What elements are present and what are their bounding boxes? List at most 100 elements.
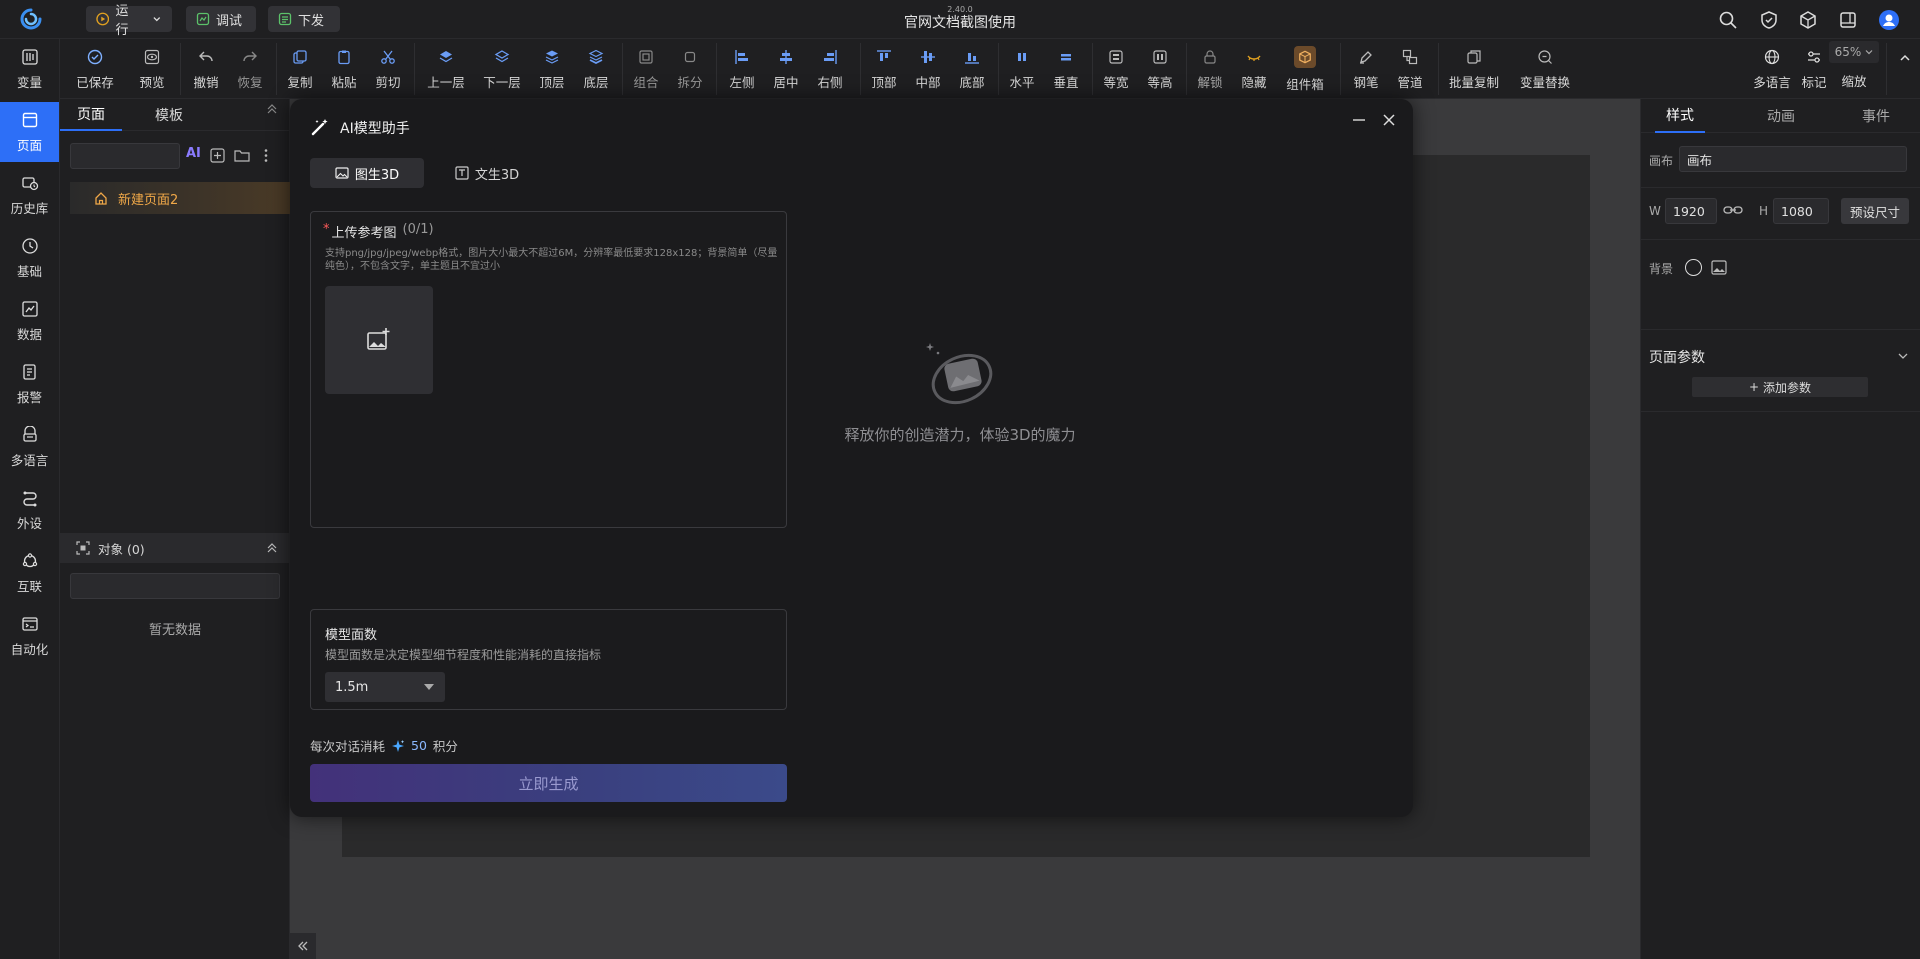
- nav-multilang[interactable]: 多语言: [0, 417, 59, 477]
- tab-animation[interactable]: 动画: [1751, 99, 1811, 133]
- search-icon[interactable]: [1718, 10, 1738, 30]
- nav-history[interactable]: 历史库: [0, 165, 59, 225]
- align-center-button[interactable]: 居中: [768, 39, 804, 99]
- ungroup-button[interactable]: 拆分: [672, 39, 708, 99]
- pen-button[interactable]: 钢笔: [1348, 39, 1384, 99]
- collapse-up-icon[interactable]: [266, 542, 278, 554]
- nav-alarm[interactable]: 报警: [0, 354, 59, 414]
- add-folder-icon[interactable]: [234, 148, 250, 163]
- ai-button[interactable]: AI: [186, 146, 201, 161]
- copy-button[interactable]: 复制: [282, 39, 318, 99]
- toolbar-divider: [1340, 43, 1341, 95]
- send-to-back-button[interactable]: 底层: [578, 39, 614, 99]
- required-mark: *: [323, 222, 330, 237]
- chevron-down-icon[interactable]: [152, 14, 162, 24]
- undo-button[interactable]: 撤销: [188, 39, 224, 99]
- same-height-button[interactable]: 等高: [1142, 39, 1178, 99]
- deploy-button[interactable]: 下发: [268, 6, 340, 32]
- nav-peripherals[interactable]: 外设: [0, 480, 59, 540]
- width-label: W: [1649, 204, 1661, 218]
- upload-image-button[interactable]: [325, 286, 433, 394]
- avatar-icon[interactable]: [1878, 9, 1900, 31]
- canvas-name-input[interactable]: 画布: [1679, 146, 1907, 172]
- properties-panel: 样式 动画 事件 画布 画布 W 1920 H 1080 预设尺寸 背景 页面参…: [1640, 99, 1920, 959]
- unlock-button[interactable]: 解锁: [1192, 39, 1228, 99]
- nav-basic[interactable]: 基础: [0, 228, 59, 288]
- send-backward-button[interactable]: 下一层: [478, 39, 526, 99]
- bring-forward-button[interactable]: 上一层: [422, 39, 470, 99]
- add-param-button[interactable]: + 添加参数: [1692, 377, 1868, 397]
- faces-select[interactable]: 1.5m: [325, 672, 445, 702]
- cut-button[interactable]: 剪切: [370, 39, 406, 99]
- close-icon[interactable]: [1380, 111, 1398, 129]
- chevron-down-icon[interactable]: [1897, 351, 1909, 361]
- collapse-up-icon[interactable]: [266, 103, 278, 115]
- shield-check-icon[interactable]: [1759, 10, 1779, 30]
- generate-button[interactable]: 立即生成: [310, 764, 787, 802]
- left-nav: 变量 页面 历史库 基础 数据 报警 多语言 外设 互联 自动化: [0, 39, 60, 959]
- align-bottom-button[interactable]: 底部: [954, 39, 990, 99]
- align-top-button[interactable]: 顶部: [866, 39, 902, 99]
- link-icon[interactable]: [1723, 203, 1743, 217]
- nav-interconnect[interactable]: 互联: [0, 543, 59, 603]
- distribute-horizontal-button[interactable]: 水平: [1004, 39, 1040, 99]
- nav-data[interactable]: 数据: [0, 291, 59, 351]
- expand-panel-button[interactable]: [290, 933, 316, 959]
- nav-variables[interactable]: 变量: [0, 39, 59, 99]
- paste-button[interactable]: 粘贴: [326, 39, 362, 99]
- bring-to-front-button[interactable]: 顶层: [534, 39, 570, 99]
- preset-size-button[interactable]: 预设尺寸: [1841, 198, 1909, 224]
- hide-button[interactable]: 隐藏: [1236, 39, 1272, 99]
- nav-pages[interactable]: 页面: [0, 102, 59, 162]
- upload-count: (0/1): [402, 222, 434, 237]
- collapse-toolbar-icon[interactable]: [1894, 48, 1916, 68]
- double-chevron-left-icon: [298, 941, 308, 951]
- align-middle-button[interactable]: 中部: [910, 39, 946, 99]
- objects-header[interactable]: 对象 (0): [60, 533, 290, 563]
- tab-image-to-3d[interactable]: 图生3D: [310, 158, 424, 188]
- language-button[interactable]: 多语言: [1752, 39, 1792, 99]
- group-button[interactable]: 组合: [628, 39, 664, 99]
- pipe-button[interactable]: 管道: [1392, 39, 1428, 99]
- nav-automation[interactable]: 自动化: [0, 606, 59, 666]
- height-input[interactable]: 1080: [1773, 198, 1829, 224]
- eye-icon: [143, 48, 161, 66]
- saved-button[interactable]: 已保存: [70, 39, 120, 99]
- minimize-icon[interactable]: [1350, 111, 1368, 129]
- tab-templates[interactable]: 模板: [138, 99, 200, 131]
- debug-button[interactable]: 调试: [186, 6, 256, 32]
- tab-style[interactable]: 样式: [1655, 99, 1705, 133]
- page-search-input[interactable]: [70, 143, 180, 169]
- preview-button[interactable]: 预览: [134, 39, 170, 99]
- tab-events[interactable]: 事件: [1846, 99, 1906, 133]
- page-item[interactable]: 新建页面2: [70, 182, 290, 214]
- width-input[interactable]: 1920: [1665, 198, 1717, 224]
- toolbar-divider: [998, 43, 999, 95]
- batch-copy-button[interactable]: 批量复制: [1444, 39, 1504, 99]
- redo-button[interactable]: 恢复: [232, 39, 268, 99]
- align-top-icon: [875, 48, 893, 66]
- zoom-control[interactable]: 65% 缩放: [1824, 39, 1884, 99]
- run-button[interactable]: 运行: [86, 4, 172, 38]
- alarm-doc-icon: [21, 363, 39, 381]
- distribute-vertical-button[interactable]: 垂直: [1048, 39, 1084, 99]
- panel-icon[interactable]: [1838, 10, 1858, 30]
- variable-replace-button[interactable]: 变量替换: [1510, 39, 1580, 99]
- add-page-icon[interactable]: [210, 148, 225, 163]
- more-icon[interactable]: [260, 148, 272, 163]
- align-left-button[interactable]: 左侧: [724, 39, 760, 99]
- deploy-icon: [278, 12, 292, 26]
- same-width-button[interactable]: 等宽: [1098, 39, 1134, 99]
- object-search-input[interactable]: [70, 573, 280, 599]
- tab-text-to-3d[interactable]: 文生3D: [430, 158, 544, 188]
- toolbar-divider: [1186, 43, 1187, 95]
- image-picker-icon[interactable]: [1711, 260, 1727, 275]
- align-right-button[interactable]: 右侧: [812, 39, 848, 99]
- tab-pages[interactable]: 页面: [60, 99, 122, 131]
- zoom-select[interactable]: 65%: [1829, 41, 1879, 63]
- chart-icon: [21, 300, 39, 318]
- cube-icon[interactable]: [1798, 10, 1818, 30]
- color-picker-icon[interactable]: [1685, 259, 1702, 276]
- component-box-button[interactable]: 组件箱: [1280, 39, 1330, 99]
- toolbar-divider: [860, 43, 861, 95]
